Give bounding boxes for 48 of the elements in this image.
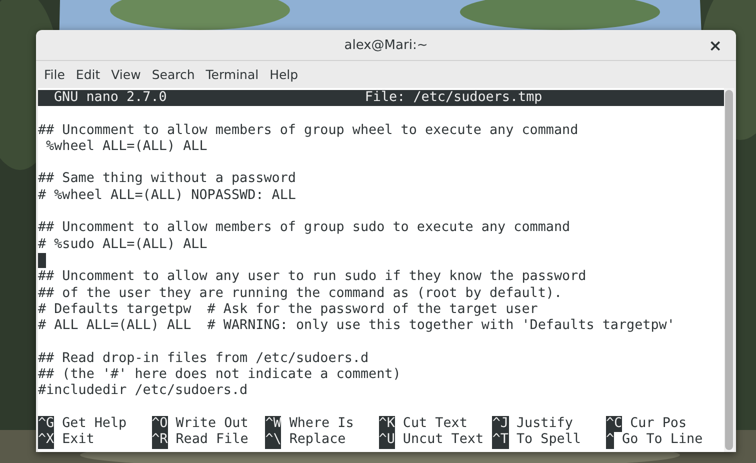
shortcut-key: ^O [152,416,168,432]
code-line: ## of the user they are running the command as (root by default). [38,286,562,301]
shortcut-label: Get Help [62,416,127,432]
code-line: # %wheel ALL=(ALL) NOPASSWD: ALL [38,188,296,203]
shortcut-key: ^T [492,432,508,449]
shortcut-key: ^J [492,416,508,432]
close-button[interactable]: × [704,36,726,55]
code-line: ## (the '#' here does not indicate a comment) [38,367,401,382]
menu-item[interactable]: Terminal [206,67,259,82]
menu-item[interactable]: View [111,67,141,82]
code-line: %wheel ALL=(ALL) ALL [45,138,208,154]
nano-version: GNU nano 2.7.0 [54,90,167,106]
shortcut-key: ^C [606,416,622,432]
shortcut-label: Where Is [289,416,354,432]
window-title: alex@Mari:~ [344,38,428,52]
shortcut-label: Go To Line [622,432,703,449]
shortcut-label: Replace [289,432,346,449]
shortcut-label: Justify [516,416,573,432]
code-line: ## Same thing without a password [38,171,296,186]
shortcut-key: ^U [378,432,395,449]
shortcut-key: ^\ [265,432,282,449]
shortcut-label: Cut Text [402,416,468,432]
shortcut-key: ^R [152,432,168,449]
file-name: File: /etc/sudoers.tmp [364,90,542,106]
text-cursor [38,252,46,268]
menu-item[interactable]: File [44,67,65,82]
shortcut-key: ^X [38,432,54,449]
shortcut-label: Read File [176,432,248,449]
menu-item[interactable]: Search [152,67,195,82]
shortcut-key: ^K [378,416,395,432]
shortcut-label: Exit [62,432,94,449]
menu-item[interactable]: Edit [76,67,100,82]
code-line: ## Uncomment to allow members of group wheel to execute any command [38,122,578,138]
code-line: ## Uncomment to allow members of group sudo to execute any command [38,220,570,236]
code-line: # ALL ALL=(ALL) ALL # WARNING: only use this together with 'Defaults targetpw' [38,318,675,334]
shortcut-label: Write Out [176,416,248,432]
code-line: ## Read drop-in files from /etc/sudoers.d [38,350,369,366]
shortcut-key: ^G [38,416,54,432]
menu-item[interactable]: Help [270,67,298,82]
code-line: # Defaults targetpw # Ask for the password of the target user [38,302,538,317]
shortcut-key: ^ [606,432,614,449]
code-line: # %sudo ALL=(ALL) ALL [38,236,208,252]
shortcut-label: To Spell [516,432,581,449]
scrollbar[interactable] [724,88,734,452]
shortcut-label: Uncut Text [402,432,484,449]
code-line: #includedir /etc/sudoers.d [38,383,248,398]
shortcut-label: Cur Pos [630,416,687,432]
code-line: ## Uncomment to allow any user to run sudo if they know the password [38,269,586,284]
